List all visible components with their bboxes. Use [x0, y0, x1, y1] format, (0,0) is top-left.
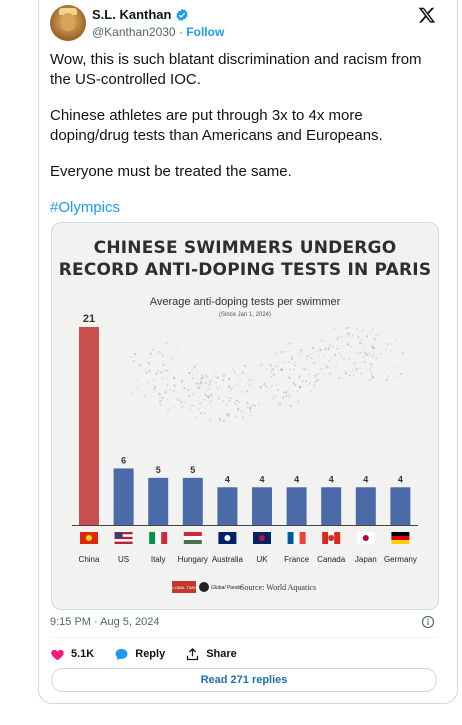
flag-stripe: [322, 532, 329, 544]
panda-logo: [199, 582, 209, 592]
flag-stripe: [183, 536, 202, 540]
flag-stripe: [391, 540, 410, 544]
flag-stripe: [114, 541, 133, 544]
author-name[interactable]: S.L. Kanthan: [92, 7, 171, 22]
flag-stripe: [183, 540, 202, 544]
share-button[interactable]: Share: [185, 647, 237, 662]
category-label: Germany: [384, 555, 417, 564]
follow-button[interactable]: Follow: [186, 25, 224, 39]
reply-button[interactable]: Reply: [114, 647, 165, 662]
read-replies-button[interactable]: Read 271 replies: [51, 668, 437, 692]
bar-value-label: 4: [259, 474, 264, 484]
bar-australia: [217, 487, 238, 525]
x-logo-icon[interactable]: [418, 6, 436, 24]
info-icon[interactable]: [421, 615, 435, 629]
category-label: US: [118, 555, 129, 564]
author-handle[interactable]: @Kanthan2030: [92, 25, 176, 39]
bar-canada: [321, 487, 342, 525]
flag-emblem: [224, 535, 231, 541]
divider: [50, 637, 438, 638]
flag-canton: [114, 532, 123, 538]
bar-france: [286, 487, 307, 525]
global-panda-logo-text: Global Panda: [211, 585, 242, 591]
tweet-media-image[interactable]: CHINESE SWIMMERS UNDERGO RECORD ANTI-DOP…: [51, 222, 439, 610]
verified-badge-icon: [176, 8, 188, 21]
bar-value-label: 4: [294, 474, 299, 484]
flag-stripe: [293, 532, 300, 544]
hashtag-link[interactable]: #Olympics: [50, 199, 120, 216]
flag-emblem: [259, 535, 265, 541]
avatar-face: [61, 13, 75, 31]
bar-value-label: 5: [156, 465, 161, 475]
reply-bubble-icon: [115, 648, 128, 660]
bar-italy: [148, 477, 169, 525]
author-name-row[interactable]: S.L. Kanthan: [92, 7, 189, 22]
flag-stripe: [155, 532, 162, 544]
bar-value-label: 4: [363, 474, 368, 484]
flag-emblem: [362, 535, 369, 541]
category-label: Australia: [212, 555, 244, 564]
bar-hungary: [182, 477, 203, 525]
swimmer-particle-illustration: [130, 326, 404, 423]
tweet-paragraph: Everyone must be treated the same.: [50, 163, 292, 180]
tweet-paragraph: Wow, this is such blatant discrimination…: [50, 51, 422, 88]
action-bar: 5.1K Reply Share: [50, 646, 257, 662]
bar-us: [113, 468, 134, 525]
category-label: France: [284, 555, 309, 564]
bar-china: [79, 327, 99, 525]
bar-japan: [355, 487, 376, 525]
flag-stripe: [299, 532, 306, 544]
tweet-timestamp[interactable]: 9:15 PM · Aug 5, 2024: [50, 616, 159, 628]
tweet-text: Wow, this is such blatant discrimination…: [50, 50, 440, 234]
flag-stripe: [391, 532, 410, 536]
chart-source: Source: World Aquatics: [240, 583, 316, 592]
flag-stripe: [149, 532, 156, 544]
like-count: 5.1K: [71, 648, 95, 660]
bar-value-label: 21: [83, 313, 95, 325]
flag-emblem: [328, 535, 335, 541]
category-label: China: [79, 555, 100, 564]
bar-value-label: 4: [225, 474, 230, 484]
bar-chart: 21 China 6 US 5 Italy 5 Hungary 4 Australia 4 UK 4 Fr…: [72, 313, 418, 593]
flag-emblem: [86, 535, 92, 541]
bar-value-label: 6: [121, 455, 126, 465]
flag-stripe: [114, 539, 133, 542]
category-label: UK: [256, 555, 268, 564]
handle-row: @Kanthan2030 · Follow: [92, 25, 224, 39]
category-label: Hungary: [178, 555, 208, 564]
flag-stripe: [334, 532, 341, 544]
bar-germany: [390, 487, 411, 525]
tweet-paragraph: Chinese athletes are put through 3x to 4…: [50, 107, 383, 144]
category-label: Canada: [317, 555, 346, 564]
like-button[interactable]: 5.1K: [50, 647, 94, 662]
bar-value-label: 4: [329, 474, 334, 484]
avatar[interactable]: [50, 5, 86, 41]
global-times-logo-text: GLOBAL TIMES: [169, 585, 198, 590]
bar-value-label: 5: [190, 465, 195, 475]
flag-stripe: [391, 536, 410, 540]
bar-uk: [252, 487, 272, 525]
flag-stripe: [287, 532, 294, 544]
share-label: Share: [206, 648, 237, 660]
bar-value-label: 4: [398, 474, 403, 484]
reply-label: Reply: [135, 648, 166, 660]
flag-stripe: [161, 532, 168, 544]
category-label: Italy: [151, 555, 166, 564]
flag-stripe: [183, 532, 202, 536]
category-label: Japan: [355, 555, 377, 564]
share-icon: [187, 647, 199, 660]
heart-icon: [51, 649, 64, 660]
